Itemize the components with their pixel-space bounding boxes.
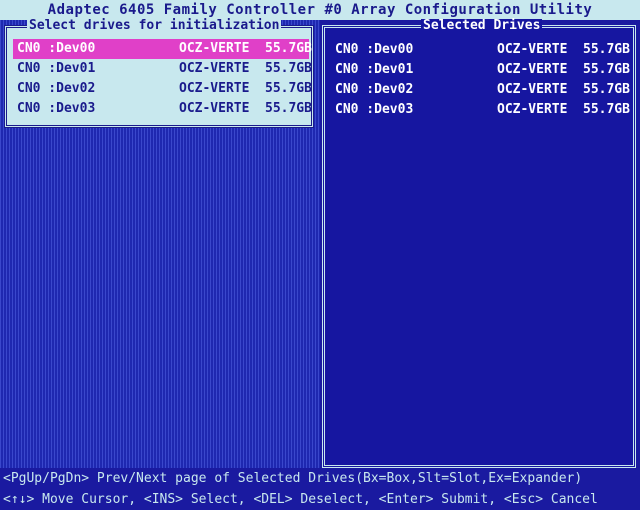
drive-port: CN0 :Dev03 <box>335 102 414 117</box>
available-drive-row[interactable]: CN0 :Dev03 OCZ-VERTE 55.7GB <box>13 99 312 119</box>
drive-size: 55.7GB <box>583 42 630 57</box>
available-drive-row[interactable]: CN0 :Dev01 OCZ-VERTE 55.7GB <box>13 59 312 79</box>
available-drive-list: CN0 :Dev00 OCZ-VERTE 55.7GB CN0 :Dev01 O… <box>13 39 312 119</box>
select-drives-panel-title: Select drives for initialization <box>27 18 282 33</box>
selected-drive-list: CN0 :Dev00 OCZ-VERTE 55.7GB CN0 :Dev01 O… <box>331 40 630 120</box>
select-drives-panel: Select drives for initialization CN0 :De… <box>4 19 314 128</box>
available-drive-row[interactable]: CN0 :Dev00 OCZ-VERTE 55.7GB <box>13 39 312 59</box>
drive-model: OCZ-VERTE <box>497 42 568 57</box>
available-drive-row[interactable]: CN0 :Dev02 OCZ-VERTE 55.7GB <box>13 79 312 99</box>
selected-drives-panel-title: Selected Drives <box>421 18 543 33</box>
drive-model: OCZ-VERTE <box>179 41 250 56</box>
drive-size: 55.7GB <box>265 41 312 56</box>
key-help-line-2: <↑↓> Move Cursor, <INS> Select, <DEL> De… <box>3 492 598 507</box>
drive-model: OCZ-VERTE <box>179 81 250 96</box>
selected-drive-row[interactable]: CN0 :Dev02 OCZ-VERTE 55.7GB <box>331 80 630 100</box>
drive-model: OCZ-VERTE <box>497 102 568 117</box>
drive-model: OCZ-VERTE <box>179 101 250 116</box>
drive-model: OCZ-VERTE <box>497 62 568 77</box>
drive-port: CN0 :Dev02 <box>17 81 96 96</box>
selected-drive-row[interactable]: CN0 :Dev03 OCZ-VERTE 55.7GB <box>331 100 630 120</box>
drive-size: 55.7GB <box>265 101 312 116</box>
selected-drive-row[interactable]: CN0 :Dev00 OCZ-VERTE 55.7GB <box>331 40 630 60</box>
drive-port: CN0 :Dev00 <box>335 42 414 57</box>
drive-port: CN0 :Dev01 <box>17 61 96 76</box>
key-help-line-1: <PgUp/PgDn> Prev/Next page of Selected D… <box>3 471 583 486</box>
drive-port: CN0 :Dev01 <box>335 62 414 77</box>
drive-port: CN0 :Dev02 <box>335 82 414 97</box>
window-title: Adaptec 6405 Family Controller #0 Array … <box>0 0 640 20</box>
drive-size: 55.7GB <box>265 81 312 96</box>
drive-model: OCZ-VERTE <box>179 61 250 76</box>
drive-model: OCZ-VERTE <box>497 82 568 97</box>
drive-size: 55.7GB <box>583 82 630 97</box>
drive-size: 55.7GB <box>583 62 630 77</box>
key-help-bar: <PgUp/PgDn> Prev/Next page of Selected D… <box>0 468 640 510</box>
drive-port: CN0 :Dev00 <box>17 41 96 56</box>
selected-drive-row[interactable]: CN0 :Dev01 OCZ-VERTE 55.7GB <box>331 60 630 80</box>
selected-drives-panel: Selected Drives CN0 :Dev00 OCZ-VERTE 55.… <box>322 19 636 468</box>
drive-size: 55.7GB <box>583 102 630 117</box>
drive-port: CN0 :Dev03 <box>17 101 96 116</box>
drive-size: 55.7GB <box>265 61 312 76</box>
